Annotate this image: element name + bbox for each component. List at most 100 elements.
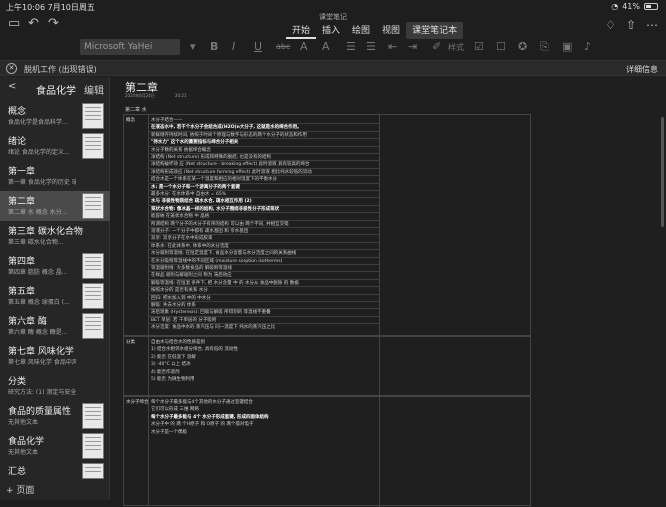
underline-button[interactable]: U [254,40,262,53]
redo-icon[interactable]: ↷ [48,16,59,31]
tab-draw[interactable]: 绘图 [346,22,376,39]
note-line[interactable]: 它们可以形成 三维 网络 [151,406,199,412]
table-row[interactable]: 水分子缔合 每个水分子最多能与4个其他的水分子通过氢键结合 它们可以形成 三维 网络… [123,396,531,507]
note-line[interactable]: 解吸等温线: 在恒温 条件下, 把 水分含量 中 的 水分从 食品中脱除 的 数… [151,280,299,286]
page-item[interactable]: 第四章 第四章 脂肪 概念 晶... [0,251,110,281]
font-size-icon[interactable]: ▾ [190,40,196,53]
attach-icon[interactable]: ⎘ [540,40,549,54]
page-item-active[interactable]: 第二章 第二章 水 概念 水分... [0,191,110,221]
note-line[interactable]: 水分活度: 食品中水的 蒸汽压与 同一温度下 纯水的蒸汽压之比 [151,324,275,330]
tag-icon[interactable]: ☑ [474,40,484,53]
page-canvas[interactable]: 第二章 2020年6月24日 20:21 第二章 水 概念 水分子结合—— 在液态水… [111,77,666,507]
mic-icon[interactable]: ♪ [584,40,591,53]
note-line[interactable]: "持水力" 这个水的重要指标与缔合分子相关 [151,139,238,145]
note-line[interactable]: 水分子数的关系 依据缔合概念 [151,147,211,153]
note-line[interactable]: 水分子中 的 两 个H原子 和 O原子 的 两个孤对电子 [151,421,253,427]
share-icon[interactable]: ⇧ [626,18,636,32]
note-line[interactable]: 3) -40°C 以上 结冰 [151,361,191,367]
bullet-list-icon[interactable]: ☰ [346,40,356,53]
strikethrough-button[interactable]: abc [276,42,290,51]
note-line[interactable]: 双亲: 双亲分子在水中形成胶束 [151,235,212,241]
more-icon[interactable]: ⋯ [646,18,658,32]
notes-table[interactable]: 概念 水分子结合—— 在液态水中, 若干个水分子会结合成(H2O)n大分子, 这就是… [123,114,531,507]
note-line[interactable]: 2) 能否 在低温下 溶解 [151,354,196,360]
todo-icon[interactable]: ☐ [496,40,506,53]
note-line[interactable]: 净结构破坏效 应 (Net structure - breaking effec… [151,161,309,167]
note-line[interactable]: 水分吸附等温线: 在恒定温度下, 食品水分含量与水分活度之间的关系曲线 [151,250,296,256]
tab-class-notebook[interactable]: 课堂笔记本 [406,22,464,39]
note-line[interactable]: 每个水分子最多能与 4个 水分子形成氢键, 形成四面体结构 [151,414,269,420]
tab-insert[interactable]: 插入 [316,22,346,39]
note-line[interactable]: 最多水分: 在水体系中 自由水 = 65% [151,191,226,197]
note-line[interactable]: 所谓结构 两个分子的水分子有序的结构 可以由 两个不同, 并相互交错 [151,221,289,227]
note-line[interactable]: 水与 非极性物质结合 疏水水合, 疏水相互作用 (2) [151,198,252,204]
note-line[interactable]: 体系水: 在此体系中, 体系中的水分活度 [151,243,229,249]
note-line[interactable]: 在液态水中, 若干个水分子会结合成(H2O)n大分子, 这就是水的缔合作用。 [151,124,302,130]
page-item[interactable]: 绪论 绪论 食品化学的定义... [0,131,110,161]
note-line[interactable]: 新鲜储存持续时间, 依照于时间个原理与数字与形态的两个水分子的状态和作用 [151,132,307,138]
page-snippet: 第七章 风味化学 食品中风味... [8,359,76,366]
note-line[interactable]: 能容纳 在笼状水合物 中 晶格 [151,213,209,219]
page-item[interactable]: 概念 食品化学是食品科学... [0,101,110,131]
note-line[interactable]: 自由水与结合水的性质差别 [151,339,205,345]
table-row[interactable]: 分类 自由水与结合水的性质差别 1) 结合水相邻水组分缔合, 具有低的 流动性 2) … [123,336,531,397]
numbered-list-icon[interactable]: ☰ [366,40,376,53]
page-item[interactable]: 第七章 风味化学 第七章 风味化学 食品中风味... [0,341,110,371]
bell-icon[interactable]: ♢ [605,18,616,32]
note-line[interactable]: 水分子是一个偶极 [151,429,187,435]
note-line[interactable]: 回归: 把水加入到 中的 中水分 [151,295,211,301]
cell-divider [148,301,380,302]
edit-button[interactable]: 编辑 [84,82,104,97]
cell-divider [148,286,380,288]
page-item[interactable]: 分类 研究方法: (1) 测定与安全, ... [0,371,110,401]
outdent-icon[interactable]: ⇤ [388,40,397,53]
note-line[interactable]: 按照水分的 是否有关系 水分 [151,287,208,293]
note-line[interactable]: 4) 能否作溶剂 [151,369,180,375]
page-thumbnail [82,403,104,429]
note-line[interactable]: 5) 能否 为微生物利用 [151,376,194,382]
note-line[interactable]: 结合水是一个体系在某一个温度和相应的相对湿度下的平衡水分 [151,176,277,182]
page-item[interactable]: 食品化学 无其他文本 [0,431,110,461]
page-item[interactable]: 食品的质量属性 无其他文本 [0,401,110,431]
styles-icon[interactable]: ✐ [432,40,441,53]
undo-icon[interactable]: ↶ [28,16,39,31]
sidebar-toggle-icon[interactable]: ▭ [8,16,20,31]
tab-home[interactable]: 开始 [286,22,317,39]
close-icon[interactable]: ✕ [6,63,17,74]
note-line[interactable]: BET 单层: 若 干单层的 分子吸附 [151,317,216,323]
page-item[interactable]: 汇总 [0,461,110,481]
highlight-button[interactable]: A [322,40,330,53]
bold-button[interactable]: B [210,40,218,53]
font-family-select[interactable]: Microsoft YaHei [80,39,180,55]
note-line[interactable]: 滞后现象 (Hysteresis): 回吸与解吸 所得到的 等温线不重叠 [151,309,271,315]
star-icon[interactable]: ✪ [518,40,527,53]
details-link[interactable]: 详细信息 [626,64,658,75]
battery-percent: 41% [622,2,640,11]
page-item[interactable]: 第六章 酶 第六章 酶 概念 酶是... [0,311,110,341]
note-line[interactable]: 净结构 (Net structure) 形成和特殊的脱结, 也是没有的结构 [151,154,271,160]
note-line[interactable]: 水: 是一个水分子和一个游离分子的两个氢键 [151,184,240,190]
note-line[interactable]: 笼状水合物: 像冰晶一样的结构, 水分子围绕非极性分子形成笼状 [151,206,279,212]
page-item[interactable]: 第一章 第一章 食品化学的历史 瑞典... [0,161,110,191]
back-icon[interactable]: < [8,81,16,92]
page-item[interactable]: 第三章 碳水化合物 第三章 碳水化合物... [0,221,110,251]
scrollbar[interactable] [661,117,664,227]
styles-label[interactable]: 样式 [448,42,464,53]
note-line[interactable]: 净结构形成效应 (Net structure forming effect) 此… [151,169,312,175]
image-icon[interactable]: ▣ [562,40,572,53]
note-line[interactable]: 在水分吸附等温线中的不同区域 (moisture sorption isothe… [151,258,282,264]
note-line[interactable]: 在样品 吸附与解吸附之间 称为 滞后效应 [151,272,232,278]
note-line[interactable]: 解吸: 失去水分的 体系 [151,302,196,308]
add-page-button[interactable]: + 页面 [6,483,34,496]
note-line[interactable]: 溶液分子: 一个分子中都有 疏水基团 和 亲水基团 [151,228,248,234]
font-color-button[interactable]: A [300,40,308,53]
table-row[interactable]: 概念 水分子结合—— 在液态水中, 若干个水分子会结合成(H2O)n大分子, 这就是… [123,114,531,337]
tab-view[interactable]: 视图 [376,22,406,39]
note-line[interactable]: 等温吸附线: 大多数食品的 解吸附等温线 [151,265,232,271]
note-line[interactable]: 1) 结合水相邻水组分缔合, 具有低的 流动性 [151,346,238,352]
page-item[interactable]: 第五章 第五章 概念 球蛋白 (... [0,281,110,311]
note-line[interactable]: 水分子结合—— [151,117,183,123]
note-line[interactable]: 每个水分子最多能与4个其他的水分子通过氢键结合 [151,399,253,405]
italic-button[interactable]: I [232,40,235,53]
indent-icon[interactable]: ⇥ [408,40,417,53]
